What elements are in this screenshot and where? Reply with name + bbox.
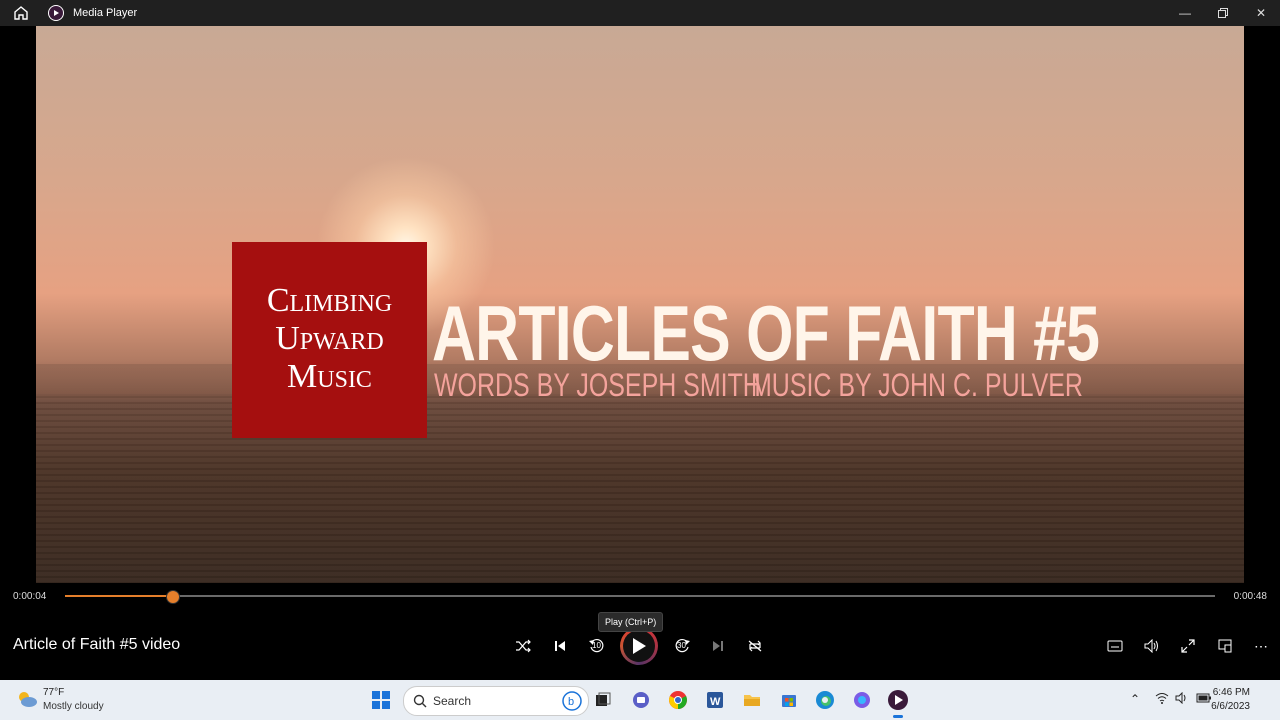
- previous-button[interactable]: [549, 635, 571, 657]
- chrome-icon[interactable]: [666, 688, 690, 712]
- file-explorer-icon[interactable]: [740, 688, 764, 712]
- clock-time[interactable]: 6:46 PM: [1213, 687, 1250, 698]
- skip-back-button[interactable]: 10: [586, 635, 608, 657]
- battery-icon[interactable]: [1196, 692, 1212, 704]
- play-button[interactable]: [620, 627, 658, 665]
- weather-cloudy-icon[interactable]: [16, 690, 38, 708]
- logo-line-1: Climbing: [266, 282, 393, 319]
- weather-condition[interactable]: Mostly cloudy: [43, 701, 104, 712]
- close-button[interactable]: ✕: [1242, 0, 1280, 26]
- video-title-overlay: ARTICLES OF FAITH #5: [432, 289, 1100, 377]
- music-credit: MUSIC BY JOHN C. PULVER: [751, 367, 1083, 403]
- search-icon: [413, 694, 427, 708]
- shuffle-icon: [516, 639, 531, 653]
- seek-bar-progress: [65, 595, 172, 597]
- fullscreen-icon: [1181, 639, 1195, 653]
- climbing-upward-music-logo: Climbing Upward Music: [232, 242, 427, 438]
- media-player-app-icon: [48, 5, 64, 21]
- copilot-icon[interactable]: [850, 688, 874, 712]
- search-label: Search: [433, 694, 472, 708]
- captions-button[interactable]: [1104, 635, 1126, 657]
- taskbar-search-box[interactable]: Search b: [403, 686, 589, 716]
- previous-icon: [555, 641, 565, 651]
- window-title: Media Player: [73, 7, 138, 19]
- logo-line-2: Upward: [275, 320, 384, 357]
- restore-icon: [1218, 8, 1228, 18]
- minimize-icon: —: [1179, 6, 1191, 20]
- media-title: Article of Faith #5 video: [13, 636, 181, 653]
- skip-back-label: 10: [592, 641, 601, 650]
- svg-text:b: b: [568, 696, 574, 708]
- repeat-button[interactable]: [744, 635, 766, 657]
- minimize-button[interactable]: —: [1166, 0, 1204, 26]
- taskbar: 77°F Mostly cloudy Search b W ⌃ 6:46 PM …: [0, 680, 1280, 720]
- play-tooltip: Play (Ctrl+P): [598, 612, 664, 632]
- active-app-indicator: [893, 715, 903, 718]
- show-hidden-icons-chevron-icon[interactable]: ⌃: [1130, 692, 1140, 706]
- title-bar: Media Player — ✕: [0, 0, 1280, 26]
- words-credit: WORDS BY JOSEPH SMITH: [434, 367, 761, 403]
- teams-chat-icon[interactable]: [629, 688, 653, 712]
- more-options-button[interactable]: ⋯: [1250, 635, 1272, 657]
- svg-text:W: W: [710, 696, 721, 708]
- repeat-icon: [748, 640, 762, 652]
- clock-date[interactable]: 6/6/2023: [1211, 701, 1250, 712]
- windows-start-icon[interactable]: [371, 690, 391, 710]
- current-time: 0:00:04: [13, 591, 47, 602]
- weather-temperature[interactable]: 77°F: [43, 687, 64, 698]
- skip-forward-button[interactable]: 30: [671, 635, 693, 657]
- more-icon: ⋯: [1254, 637, 1268, 654]
- captions-icon: [1107, 640, 1123, 652]
- seek-bar-thumb[interactable]: [165, 590, 180, 604]
- shuffle-button[interactable]: [512, 635, 534, 657]
- speaker-icon[interactable]: [1175, 692, 1189, 704]
- play-icon: [633, 638, 646, 654]
- task-view-icon[interactable]: [591, 688, 615, 712]
- seek-bar[interactable]: [65, 590, 1215, 604]
- close-icon: ✕: [1255, 6, 1267, 20]
- volume-icon: [1144, 639, 1158, 653]
- next-icon: [713, 641, 723, 651]
- media-player-icon[interactable]: [886, 688, 910, 718]
- next-button[interactable]: [707, 635, 729, 657]
- word-icon[interactable]: W: [703, 688, 727, 712]
- wifi-icon[interactable]: [1155, 692, 1169, 704]
- restore-button[interactable]: [1204, 0, 1242, 26]
- volume-button[interactable]: [1141, 635, 1163, 657]
- skip-forward-label: 30: [677, 641, 686, 650]
- logo-line-3: Music: [287, 358, 372, 395]
- miniplayer-icon: [1218, 639, 1232, 653]
- fullscreen-button[interactable]: [1177, 635, 1199, 657]
- bing-icon[interactable]: b: [562, 691, 582, 711]
- field-texture: [36, 396, 1244, 583]
- video-frame[interactable]: Climbing Upward Music ARTICLES OF FAITH …: [36, 26, 1244, 583]
- total-time: 0:00:48: [1233, 591, 1267, 602]
- store-icon[interactable]: [777, 688, 801, 712]
- miniplayer-button[interactable]: [1214, 635, 1236, 657]
- edge-icon[interactable]: [813, 688, 837, 712]
- playback-controls: 0:00:04 0:00:48 Article of Faith #5 vide…: [0, 583, 1280, 680]
- home-icon[interactable]: [12, 4, 30, 22]
